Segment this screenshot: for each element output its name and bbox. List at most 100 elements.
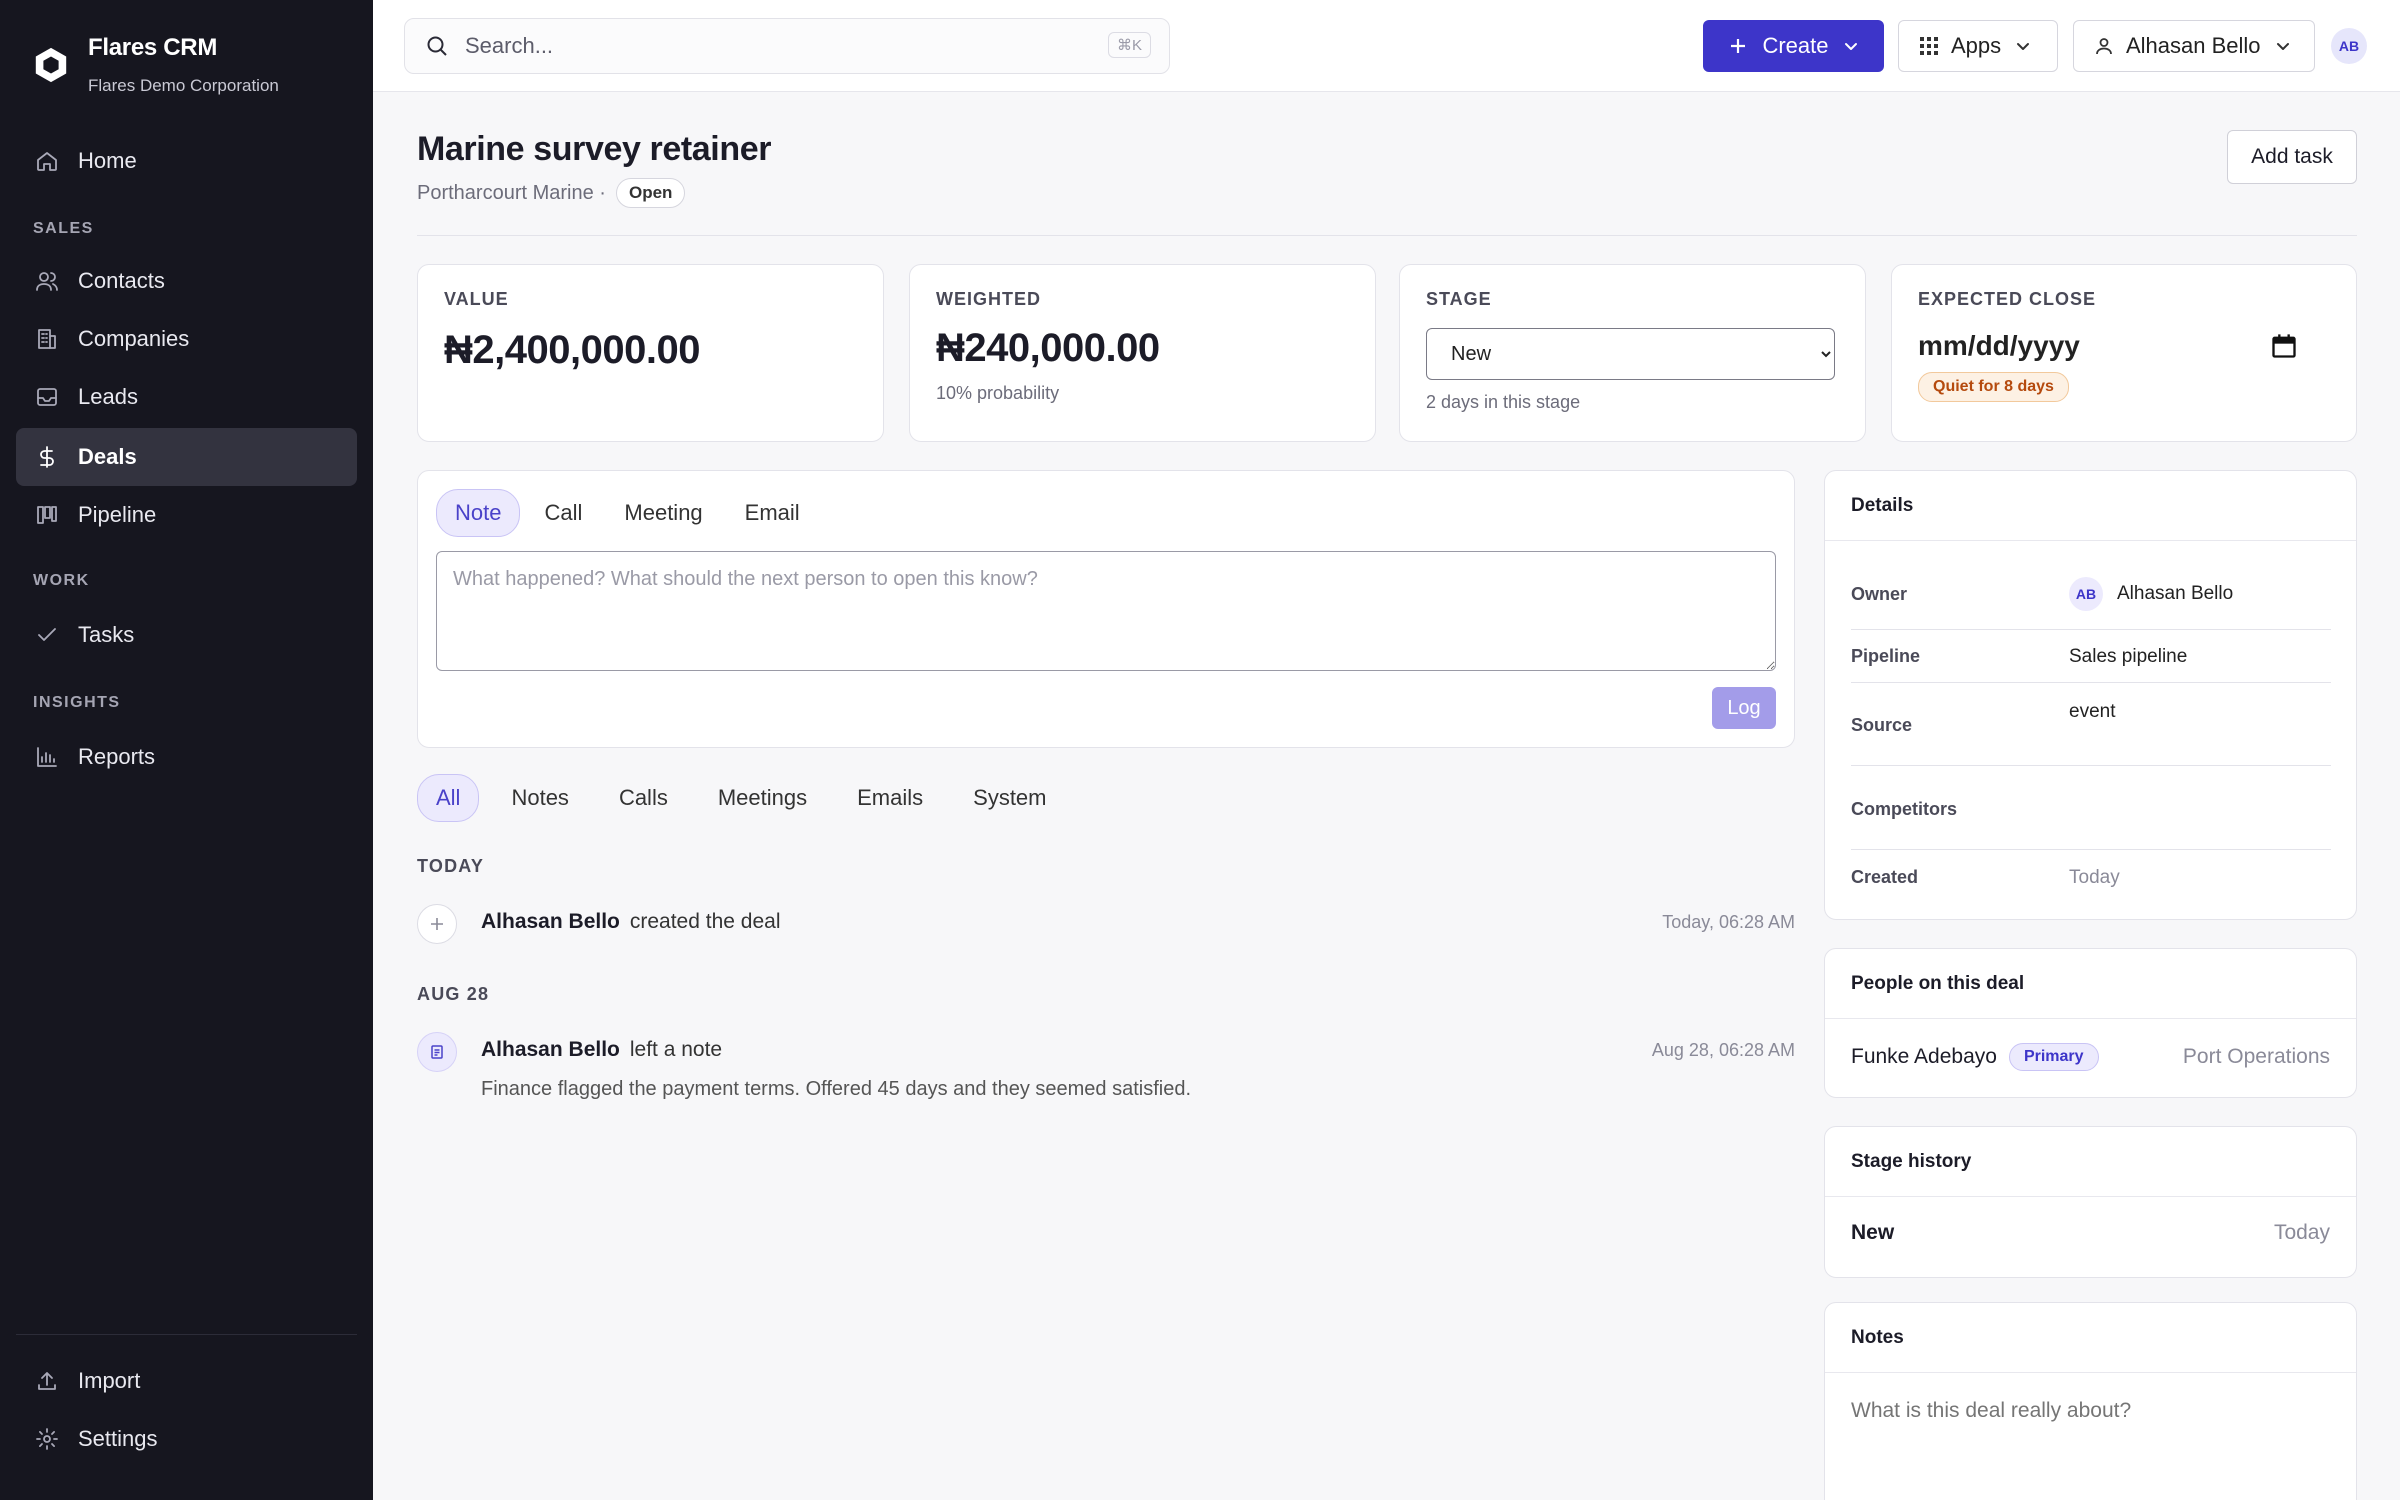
stage-history-title: Stage history bbox=[1825, 1127, 2356, 1197]
calendar-icon[interactable] bbox=[2270, 332, 2298, 360]
stage-duration-note: 2 days in this stage bbox=[1426, 392, 1581, 412]
home-icon bbox=[34, 148, 60, 174]
header-divider bbox=[417, 235, 2357, 236]
brand-name: Flares CRM bbox=[88, 34, 218, 61]
sidebar-item-label: Contacts bbox=[78, 268, 165, 293]
brand-org: Flares Demo Corporation bbox=[88, 76, 279, 95]
add-task-button[interactable]: Add task bbox=[2227, 130, 2357, 184]
stage-history-row: New Today bbox=[1851, 1221, 2330, 1245]
probability-note: 10% probability bbox=[936, 383, 1060, 403]
log-button[interactable]: Log bbox=[1712, 687, 1776, 729]
date-value: mm/dd/yyyy bbox=[1918, 330, 2080, 361]
event-action: left a note bbox=[629, 1038, 723, 1061]
notes-textarea[interactable] bbox=[1851, 1399, 2331, 1499]
sidebar-item-label: Deals bbox=[78, 444, 137, 469]
row-divider bbox=[1851, 629, 2331, 630]
user-menu-button[interactable]: Alhasan Bello bbox=[2073, 20, 2315, 72]
detail-value[interactable]: event bbox=[2069, 701, 2115, 736]
filter-emails[interactable]: Emails bbox=[839, 775, 941, 821]
event-actor[interactable]: Alhasan Bello bbox=[481, 1038, 620, 1061]
event-body: Finance flagged the payment terms. Offer… bbox=[481, 1078, 1192, 1100]
avatar[interactable]: AB bbox=[2331, 28, 2367, 64]
tab-email[interactable]: Email bbox=[727, 490, 818, 536]
event-text: Alhasan Bello left a note bbox=[481, 1038, 722, 1062]
timeline-filter-tabs: All Notes Calls Meetings Emails System bbox=[417, 774, 1079, 822]
detail-key: Competitors bbox=[1851, 799, 1958, 819]
plus-icon bbox=[1731, 39, 1746, 53]
chevron-down-icon bbox=[2017, 43, 2030, 50]
filter-system[interactable]: System bbox=[955, 775, 1064, 821]
weighted-amount: ₦240,000.00 bbox=[936, 326, 1160, 370]
upload-icon bbox=[34, 1368, 60, 1394]
search-input[interactable] bbox=[465, 33, 1085, 59]
detail-value[interactable]: Sales pipeline bbox=[2069, 646, 2187, 668]
sidebar-divider bbox=[16, 1334, 357, 1335]
activity-textarea[interactable] bbox=[436, 551, 1776, 671]
timeline-day-label: TODAY bbox=[417, 856, 485, 876]
expected-close-label: EXPECTED CLOSE bbox=[1918, 289, 2097, 309]
timeline-item: Alhasan Bello left a note Aug 28, 06:28 A… bbox=[417, 1032, 1795, 1122]
sidebar-item-deals[interactable]: Deals bbox=[16, 428, 357, 486]
main-content: Marine survey retainer Portharcourt Mari… bbox=[373, 92, 2400, 1500]
detail-value[interactable]: AB Alhasan Bello bbox=[2069, 577, 2233, 611]
brand[interactable]: Flares CRM Flares Demo Corporation bbox=[32, 34, 279, 96]
detail-row-pipeline: Pipeline Sales pipeline bbox=[1851, 646, 2331, 668]
search-box[interactable]: ⌘K bbox=[404, 18, 1170, 74]
expected-close-date-input[interactable]: mm/dd/yyyy bbox=[1918, 330, 2298, 362]
detail-row-created: Created Today bbox=[1851, 867, 2331, 889]
apps-button[interactable]: Apps bbox=[1898, 20, 2058, 72]
create-label: Create bbox=[1762, 33, 1829, 58]
detail-row-competitors: Competitors bbox=[1851, 799, 2331, 820]
sidebar-item-home[interactable]: Home bbox=[16, 132, 357, 190]
building-icon bbox=[34, 326, 60, 352]
sidebar-item-tasks[interactable]: Tasks bbox=[16, 606, 357, 664]
detail-key: Pipeline bbox=[1851, 646, 1921, 666]
tab-call[interactable]: Call bbox=[526, 490, 600, 536]
stage-select[interactable]: New bbox=[1426, 328, 1835, 380]
notes-card: Notes bbox=[1824, 1302, 2357, 1500]
filter-all[interactable]: All bbox=[417, 774, 480, 822]
users-icon bbox=[34, 268, 60, 294]
search-icon bbox=[427, 36, 447, 56]
person-name[interactable]: Funke Adebayo bbox=[1851, 1045, 1997, 1069]
event-time: Aug 28, 06:28 AM bbox=[1651, 1040, 1795, 1060]
deal-company[interactable]: Portharcourt Marine · bbox=[417, 182, 606, 205]
person-row[interactable]: Funke Adebayo Primary Port Operations bbox=[1851, 1043, 2330, 1071]
inbox-icon bbox=[34, 384, 60, 410]
tab-meeting[interactable]: Meeting bbox=[606, 490, 720, 536]
nav-section-work: WORK bbox=[33, 572, 90, 589]
create-button[interactable]: Create bbox=[1703, 20, 1884, 72]
sidebar-item-settings[interactable]: Settings bbox=[16, 1410, 357, 1468]
search-shortcut: ⌘K bbox=[1107, 32, 1151, 58]
sidebar-item-contacts[interactable]: Contacts bbox=[16, 252, 357, 310]
weighted-card: WEIGHTED ₦240,000.00 10% probability bbox=[909, 264, 1376, 442]
sidebar-item-reports[interactable]: Reports bbox=[16, 728, 357, 786]
page-title: Marine survey retainer bbox=[417, 130, 772, 168]
tab-note[interactable]: Note bbox=[436, 489, 521, 537]
filter-notes[interactable]: Notes bbox=[493, 775, 586, 821]
sidebar-item-label: Companies bbox=[78, 326, 190, 351]
sidebar-item-label: Tasks bbox=[78, 622, 135, 647]
stage-history-card: Stage history New Today bbox=[1824, 1126, 2357, 1278]
primary-badge: Primary bbox=[2008, 1043, 2099, 1071]
detail-key: Source bbox=[1851, 715, 1913, 735]
person-role: Port Operations bbox=[2182, 1045, 2330, 1068]
details-card: Details Owner AB Alhasan Bello Pipeline … bbox=[1824, 470, 2357, 920]
event-text: Alhasan Bello created the deal bbox=[481, 910, 780, 934]
user-icon bbox=[2096, 38, 2112, 55]
detail-key: Created bbox=[1851, 867, 1919, 887]
event-actor[interactable]: Alhasan Bello bbox=[481, 910, 620, 933]
stage-history-stage: New bbox=[1851, 1221, 1895, 1244]
detail-row-source: Source event bbox=[1851, 701, 2331, 736]
kanban-icon bbox=[34, 502, 60, 528]
deal-subtitle: Portharcourt Marine · Open bbox=[417, 178, 686, 208]
sidebar-item-companies[interactable]: Companies bbox=[16, 310, 357, 368]
sidebar-item-import[interactable]: Import bbox=[16, 1352, 357, 1410]
row-divider bbox=[1851, 682, 2331, 683]
sidebar-item-pipeline[interactable]: Pipeline bbox=[16, 486, 357, 544]
filter-meetings[interactable]: Meetings bbox=[700, 775, 825, 821]
sidebar-item-leads[interactable]: Leads bbox=[16, 368, 357, 426]
expected-close-card: EXPECTED CLOSE mm/dd/yyyy Quiet for 8 da… bbox=[1891, 264, 2357, 442]
filter-calls[interactable]: Calls bbox=[601, 775, 686, 821]
hexagon-logo-icon bbox=[35, 47, 67, 83]
